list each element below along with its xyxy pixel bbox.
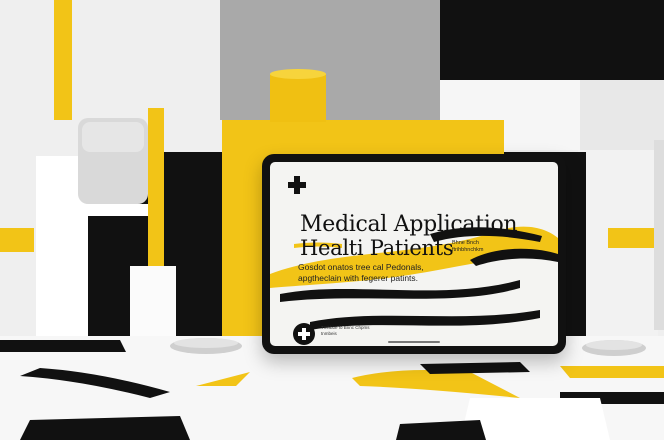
- side-note: Bhne Bnch ftrihbhnchkm: [452, 240, 484, 253]
- home-indicator: [388, 341, 440, 343]
- tablet-device: Medical Application Healti Patients Bhne…: [262, 154, 566, 354]
- app-title-line1: Medical Application: [300, 212, 518, 237]
- plus-circle-icon: [293, 323, 315, 345]
- tablet-screen: Medical Application Healti Patients Bhne…: [270, 162, 558, 346]
- app-title-line2: Healti Patients: [300, 236, 454, 260]
- plus-cross-icon: [288, 176, 306, 194]
- product-scene: Medical Application Healti Patients Bhne…: [0, 0, 664, 440]
- footer-caption: Tmhbbe fo Bnnc Chpms tnmbeis: [321, 325, 370, 336]
- description-text: Gosdot onatos tree cal Pedonals, apgthec…: [298, 262, 424, 283]
